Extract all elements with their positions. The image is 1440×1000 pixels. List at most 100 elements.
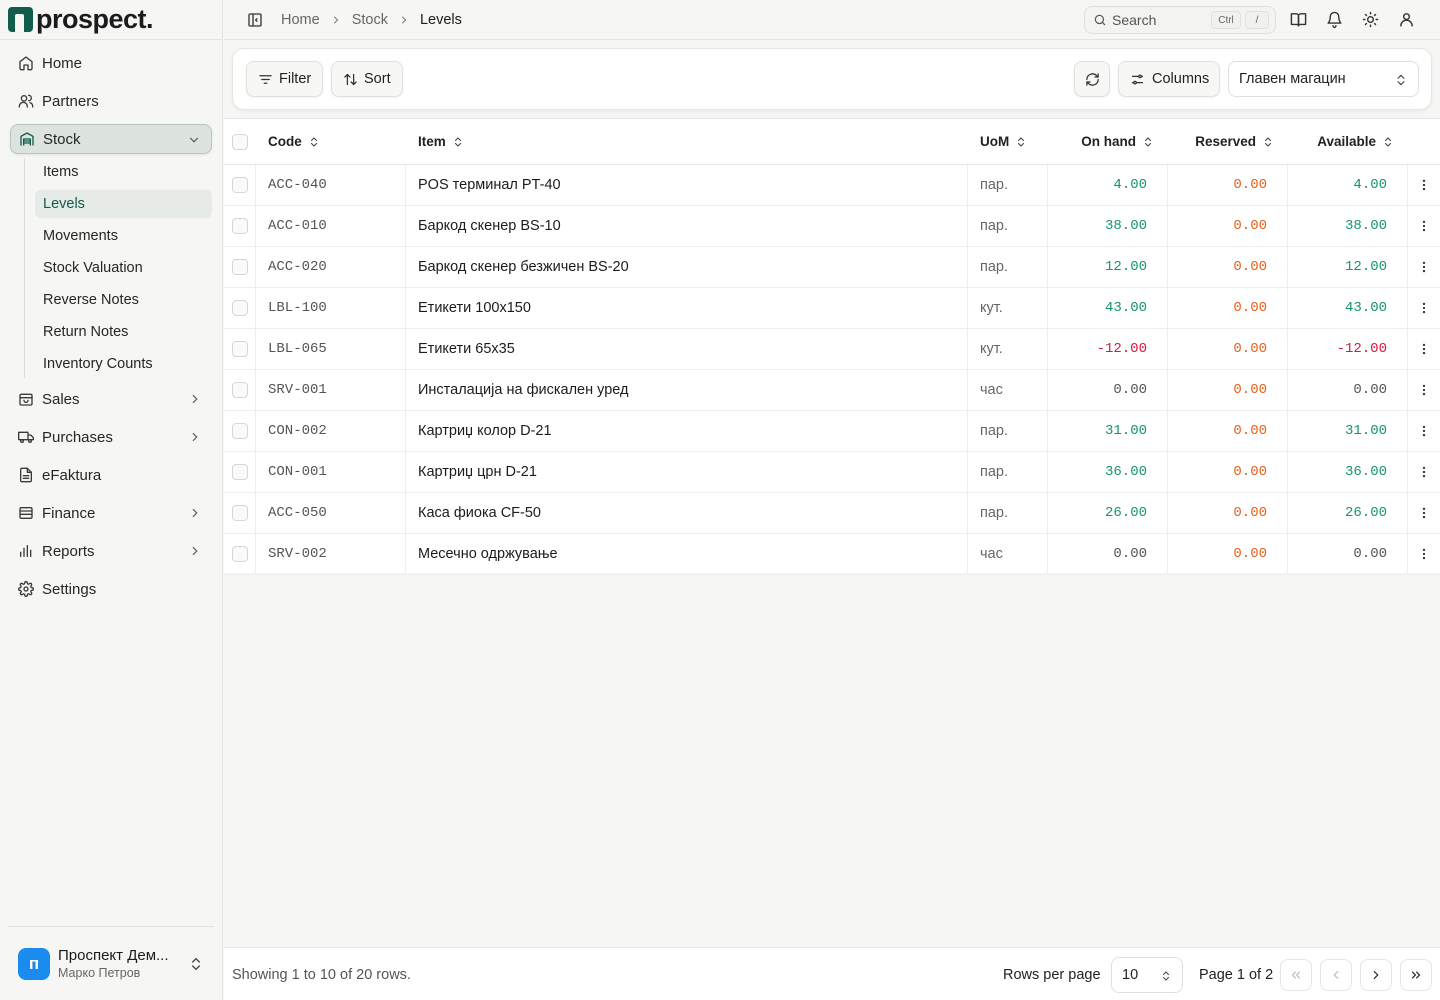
row-actions-button[interactable] [1408,534,1440,574]
sidebar-item-stock[interactable]: Stock [10,124,212,154]
row-actions-button[interactable] [1408,165,1440,205]
cell-on-hand: 38.00 [1048,206,1168,246]
book-open-icon[interactable] [1290,11,1307,28]
previous-page-button[interactable] [1320,959,1352,991]
sidebar-item-sales[interactable]: Sales [10,384,212,414]
cell-on-hand: 0.00 [1048,370,1168,410]
row-checkbox[interactable] [231,464,248,480]
sliders-icon [1131,74,1144,84]
row-checkbox[interactable] [231,423,248,439]
logo-mark-icon [8,7,33,32]
row-actions-button[interactable] [1408,452,1440,492]
sidebar-subitem-stock-valuation[interactable]: Stock Valuation [35,254,212,282]
cell-uom: пар. [968,206,1048,246]
sidebar-subitem-reverse-notes[interactable]: Reverse Notes [35,286,212,314]
sun-icon[interactable] [1362,11,1379,28]
row-actions-button[interactable] [1408,370,1440,410]
chevrons-up-down-icon [1018,136,1025,147]
table-row[interactable]: ACC-020 Баркод скенер безжичен BS-20 пар. 1… [224,247,1440,288]
sidebar-item-efaktura[interactable]: eFaktura [10,460,212,490]
column-header-on-hand[interactable]: On hand [1048,119,1154,164]
cell-on-hand: 31.00 [1048,411,1168,451]
table-row[interactable]: ACC-050 Каса фиока CF-50 пар. 26.00 0.00 26.0… [224,493,1440,534]
cell-uom: кут. [968,329,1048,369]
sidebar-subitem-movements[interactable]: Movements [35,222,212,250]
table-toolbar: Filter Sort Columns Главен магацин [232,48,1432,110]
cell-item: Етикети 100x150 [406,288,968,328]
chevrons-up-down-icon [1163,971,1169,981]
table-row[interactable]: ACC-040 POS терминал PT-40 пар. 4.00 0.00 4.0… [224,165,1440,206]
column-header-code[interactable]: Code [268,119,320,164]
sidebar-subitem-levels[interactable]: Levels [35,190,212,218]
columns-button[interactable]: Columns [1118,61,1220,97]
table-row[interactable]: LBL-100 Етикети 100x150 кут. 43.00 0.00 43.00 [224,288,1440,329]
users-icon [18,94,34,108]
sidebar-item-partners[interactable]: Partners [10,86,212,116]
row-actions-button[interactable] [1408,247,1440,287]
row-actions-button[interactable] [1408,493,1440,533]
table-row[interactable]: ACC-010 Баркод скенер BS-10 пар. 38.00 0.00 3… [224,206,1440,247]
refresh-button[interactable] [1074,61,1110,97]
sidebar-subitem-inventory-counts[interactable]: Inventory Counts [35,350,212,378]
row-checkbox[interactable] [231,177,248,193]
cell-available: 4.00 [1288,165,1408,205]
filter-button[interactable]: Filter [246,61,323,97]
cell-code: ACC-010 [256,206,406,246]
row-checkbox[interactable] [231,505,248,521]
row-checkbox[interactable] [231,300,248,316]
sidebar-item-label: Sales [42,390,80,408]
row-checkbox[interactable] [231,382,248,398]
home-icon [19,56,33,71]
first-page-button[interactable] [1280,959,1312,991]
column-header-item[interactable]: Item [418,119,464,164]
row-checkbox[interactable] [231,341,248,357]
table-row[interactable]: SRV-002 Месечно одржување час 0.00 0.00 0.00 [224,534,1440,575]
row-actions-button[interactable] [1408,288,1440,328]
column-header-available[interactable]: Available [1288,119,1394,164]
row-checkbox[interactable] [231,259,248,275]
chevron-right-icon [1373,970,1379,980]
sidebar-item-reports[interactable]: Reports [10,536,212,566]
cell-code: CON-002 [256,411,406,451]
row-actions-button[interactable] [1408,329,1440,369]
breadcrumb-home[interactable]: Home [281,12,320,28]
table-row[interactable]: SRV-001 Инсталација на фискален уред час 0.… [224,370,1440,411]
sidebar-subitem-return-notes[interactable]: Return Notes [35,318,212,346]
sidebar-toggle-icon[interactable] [247,12,263,28]
search-input[interactable]: Search Ctrl / [1084,6,1276,34]
cell-available: 0.00 [1288,534,1408,574]
row-actions-button[interactable] [1408,411,1440,451]
rows-per-page-select[interactable]: 10 [1111,957,1183,993]
column-header-uom[interactable]: UoM [980,119,1027,164]
sidebar-item-finance[interactable]: Finance [10,498,212,528]
row-checkbox[interactable] [231,218,248,234]
select-all-checkbox[interactable] [232,133,248,150]
row-actions-button[interactable] [1408,206,1440,246]
row-checkbox[interactable] [231,546,248,562]
cell-item: POS терминал PT-40 [406,165,968,205]
breadcrumb-stock[interactable]: Stock [352,12,388,28]
wallet-icon [19,507,33,519]
sidebar-subitem-items[interactable]: Items [35,158,212,186]
sort-button[interactable]: Sort [331,61,403,97]
cell-uom: час [968,370,1048,410]
warehouse-select[interactable]: Главен магацин [1228,61,1419,97]
sidebar-item-purchases[interactable]: Purchases [10,422,212,452]
user-icon[interactable] [1398,11,1415,28]
org-switcher[interactable]: п Проспект Дем... Марко Петров [8,926,214,1000]
sidebar-item-home[interactable]: Home [10,48,212,78]
column-header-reserved[interactable]: Reserved [1168,119,1274,164]
table-row[interactable]: CON-001 Картриџ црн D-21 пар. 36.00 0.00 36.0… [224,452,1440,493]
chevrons-up-down-icon [454,136,461,147]
next-page-button[interactable] [1360,959,1392,991]
logo[interactable]: prospect. [0,0,222,40]
last-page-button[interactable] [1400,959,1432,991]
bell-icon[interactable] [1326,11,1343,28]
sidebar-item-settings[interactable]: Settings [10,574,212,604]
row-select-cell [224,452,256,492]
table-header: Code Item UoM On hand Reserved Available [224,119,1440,165]
chevrons-up-down-icon [310,136,317,147]
table-row[interactable]: CON-002 Картриџ колор D-21 пар. 31.00 0.00 31… [224,411,1440,452]
chevron-right-icon [333,16,338,23]
table-row[interactable]: LBL-065 Етикети 65x35 кут. -12.00 0.00 -12.00 [224,329,1440,370]
